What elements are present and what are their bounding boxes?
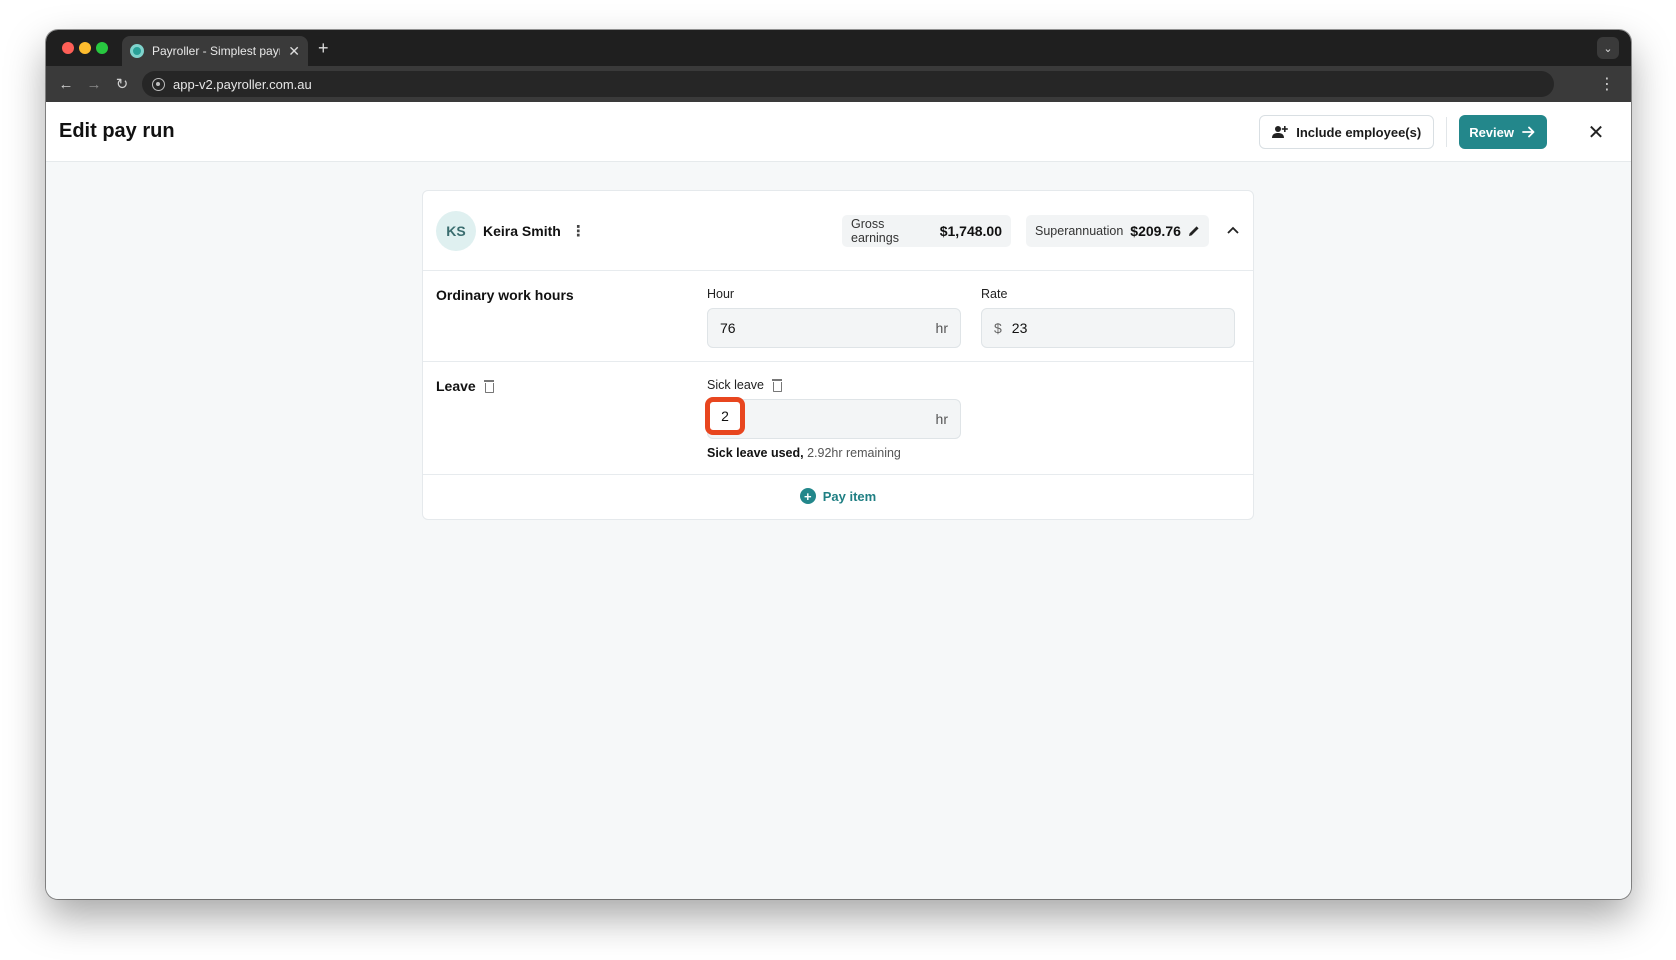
avatar: KS [436,210,476,251]
ordinary-hours-title: Ordinary work hours [436,287,574,303]
pay-item-label: Pay item [822,488,877,504]
leave-section: Leave Sick leave 2 hr Sick leave used, 2… [423,362,1253,475]
hour-input[interactable]: 76 hr [707,308,961,348]
hour-suffix: hr [935,320,948,336]
review-label: Review [1469,124,1514,140]
page-title: Edit pay run [59,120,175,142]
employee-card: KS Keira Smith ⋮ Gross earnings $1,748.0… [422,190,1254,520]
reload-icon[interactable]: ↻ [108,75,136,93]
sick-leave-label: Sick leave [707,378,764,392]
delete-leave-icon[interactable] [483,380,495,393]
ordinary-hours-section: Ordinary work hours Hour 76 hr Rate $ 23 [423,271,1253,362]
maximize-window-icon[interactable] [96,42,108,54]
review-button[interactable]: Review [1459,115,1547,149]
close-window-icon[interactable] [62,42,74,54]
sick-leave-note: Sick leave used, 2.92hr remaining [707,446,901,460]
header-divider [1446,117,1448,147]
delete-sick-leave-icon[interactable] [771,379,783,392]
new-tab-button[interactable]: + [318,38,329,59]
close-icon[interactable]: ✕ [1585,120,1607,145]
edit-pencil-icon[interactable] [1188,225,1200,237]
hour-value: 76 [720,320,736,336]
employee-name: Keira Smith [483,222,561,239]
payroller-favicon-icon [130,44,144,58]
tab-close-icon[interactable]: ✕ [288,44,300,58]
include-employees-label: Include employee(s) [1296,124,1422,140]
include-employees-button[interactable]: Include employee(s) [1259,115,1435,149]
sick-leave-remaining-text: 2.92hr remaining [807,446,901,460]
browser-menu-icon[interactable]: ⋮ [1599,74,1615,94]
chevron-up-icon[interactable] [1227,221,1239,237]
employee-row: KS Keira Smith ⋮ Gross earnings $1,748.0… [423,191,1253,271]
app-content: Edit pay run Include employee(s) Review [46,102,1631,899]
sick-leave-label-group: Sick leave [707,378,783,392]
sick-leave-used-text: Sick leave used, [707,446,804,460]
rate-prefix: $ [994,320,1002,336]
rate-value: 23 [1011,320,1028,336]
gross-earnings-label: Gross earnings [851,217,899,245]
sick-leave-suffix: hr [935,411,948,427]
gross-earnings-badge: Gross earnings $1,748.00 [842,215,1011,247]
superannuation-label: Superannuation [1035,224,1124,238]
browser-toolbar: ← → ↻ app-v2.payroller.com.au ⋮ [46,66,1631,102]
rate-input[interactable]: $ 23 [981,308,1235,348]
back-arrow-icon[interactable]: ← [52,76,80,93]
leave-title-group: Leave [436,378,495,394]
sick-leave-value-highlight[interactable]: 2 [705,397,745,435]
tab-search-icon[interactable]: ⌄ [1597,37,1619,59]
arrow-right-icon [1522,126,1535,138]
leave-title: Leave [436,378,476,394]
site-info-icon[interactable] [152,77,165,91]
rate-label: Rate [981,287,1008,301]
more-options-icon[interactable]: ⋮ [571,222,586,240]
plus-circle-icon: + [799,488,816,504]
add-user-icon [1272,126,1289,138]
tab-strip: Payroller - Simplest payroll so ✕ + ⌄ [46,30,1631,66]
minimize-window-icon[interactable] [79,42,91,54]
add-pay-item-button[interactable]: + Pay item [423,473,1253,519]
tab-title: Payroller - Simplest payroll so [152,44,280,58]
hour-label: Hour [707,287,735,301]
page-header: Edit pay run Include employee(s) Review [46,102,1631,162]
browser-window: Payroller - Simplest payroll so ✕ + ⌄ ← … [46,30,1631,899]
superannuation-value: $209.76 [1130,223,1181,239]
sick-leave-value: 2 [721,408,729,424]
url-text: app-v2.payroller.com.au [173,76,312,92]
gross-earnings-value: $1,748.00 [939,223,1002,239]
address-bar[interactable]: app-v2.payroller.com.au [142,71,1554,97]
forward-arrow-icon[interactable]: → [80,76,108,93]
sick-leave-input[interactable]: 2 hr [705,397,961,439]
browser-tab[interactable]: Payroller - Simplest payroll so ✕ [122,36,308,66]
superannuation-badge: Superannuation $209.76 [1026,215,1209,247]
